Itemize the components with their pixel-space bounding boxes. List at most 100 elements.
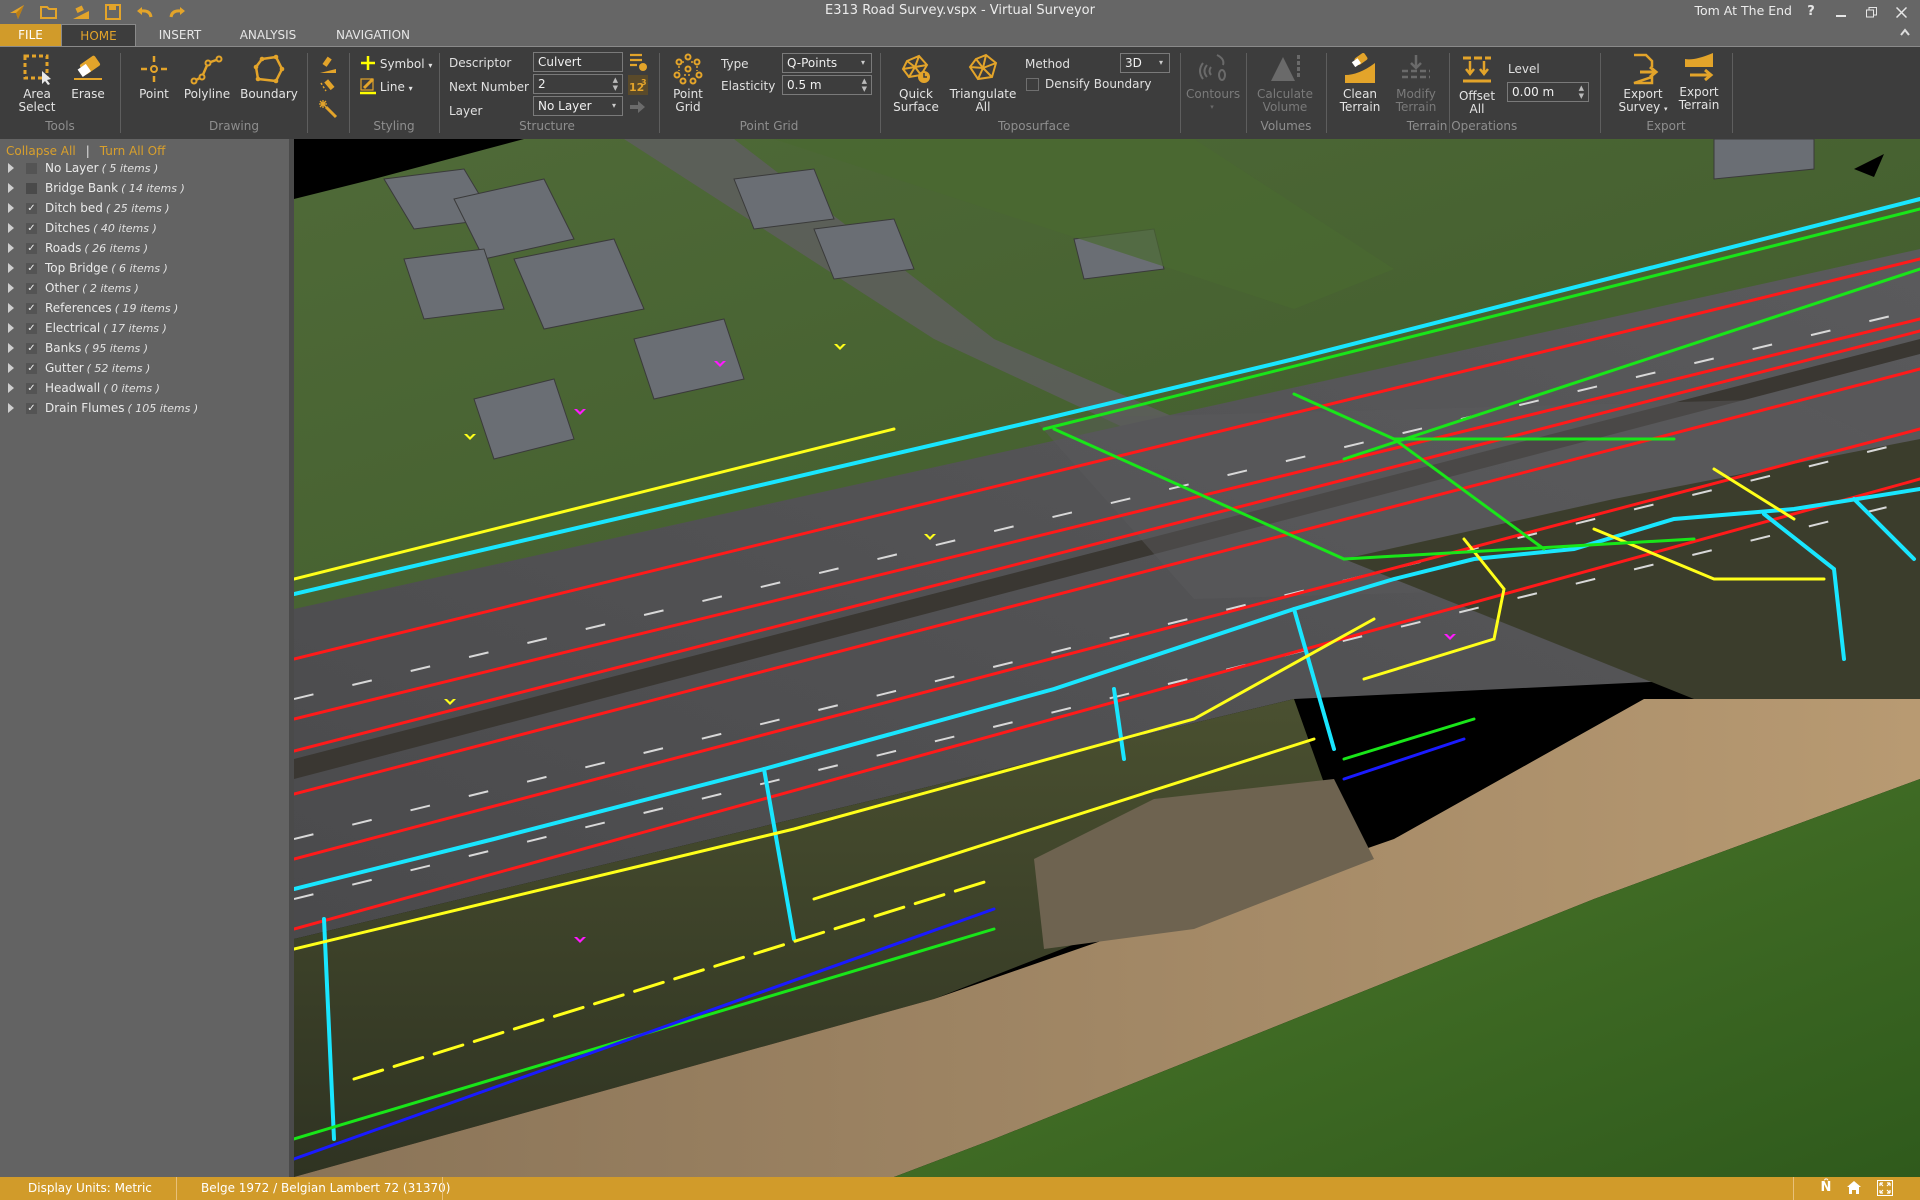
layer-row[interactable]: ✓ Drain Flumes( 105 items ) [0,399,289,419]
group-label-styling: Styling [373,119,415,133]
expand-arrow-icon[interactable] [8,243,14,253]
layer-visibility-checkbox[interactable] [26,183,37,194]
north-up-icon[interactable]: N̂ [1817,1180,1835,1197]
layer-visibility-checkbox[interactable] [26,163,37,174]
densify-boundary-checkbox[interactable] [1026,78,1039,91]
layer-row[interactable]: ✓ Ditch bed( 25 items ) [0,199,289,219]
layer-row[interactable]: ✓ Ditches( 40 items ) [0,219,289,239]
auto-number-toggle[interactable]: 12 3 [628,75,648,95]
group-label-drawing: Drawing [209,119,259,133]
layer-select[interactable]: No Layer ▾ [533,96,623,116]
quick-surface-button[interactable]: Quick Surface [890,53,942,114]
line-style-icon [360,77,376,95]
layer-visibility-checkbox[interactable]: ✓ [26,363,37,374]
display-units[interactable]: Display Units: Metric [28,1181,152,1195]
layer-row[interactable]: Bridge Bank( 14 items ) [0,179,289,199]
expand-arrow-icon[interactable] [8,203,14,213]
contours-icon [1199,54,1226,81]
tab-file[interactable]: FILE [0,24,61,46]
layer-row[interactable]: ✓ References( 19 items ) [0,299,289,319]
area-select-label: Area Select [18,87,56,114]
collapse-ribbon-button[interactable] [1900,28,1910,39]
layer-visibility-checkbox[interactable]: ✓ [26,383,37,394]
layer-visibility-checkbox[interactable]: ✓ [26,263,37,274]
expand-arrow-icon[interactable] [8,383,14,393]
spinner-arrows-icon[interactable]: ▲ ▼ [862,77,867,93]
layer-row[interactable]: ✓ Roads( 26 items ) [0,239,289,259]
clean-terrain-button[interactable]: Clean Terrain [1334,53,1386,114]
magic-style-button[interactable] [318,99,338,119]
layer-visibility-checkbox[interactable]: ✓ [26,243,37,254]
layer-row[interactable]: No Layer( 5 items ) [0,159,289,179]
minimize-button[interactable] [1830,2,1852,22]
layer-visibility-checkbox[interactable]: ✓ [26,283,37,294]
fullscreen-button[interactable] [1876,1180,1894,1197]
offset-all-button[interactable]: Offset All [1454,55,1500,116]
coordinate-system[interactable]: Belge 1972 / Belgian Lambert 72 (31370) [201,1181,450,1195]
tab-analysis[interactable]: ANALYSIS [228,24,308,46]
expand-arrow-icon[interactable] [8,363,14,373]
expand-arrow-icon[interactable] [8,343,14,353]
descriptor-input[interactable]: Culvert [533,52,623,72]
layer-visibility-checkbox[interactable]: ✓ [26,303,37,314]
expand-arrow-icon[interactable] [8,283,14,293]
point-grid-button[interactable]: Point Grid [668,53,708,114]
method-select[interactable]: 3D ▾ [1120,53,1170,73]
layer-row[interactable]: ✓ Electrical( 17 items ) [0,319,289,339]
collapse-all-link[interactable]: Collapse All [6,144,76,158]
help-button[interactable]: ? [1800,2,1822,22]
modify-terrain-button[interactable]: Modify Terrain [1390,53,1442,114]
spinner-arrows-icon[interactable]: ▲ ▼ [613,76,618,92]
layer-row[interactable]: ✓ Gutter( 52 items ) [0,359,289,379]
spinner-arrows-icon[interactable]: ▲ ▼ [1579,84,1584,100]
calculate-volume-button[interactable]: Calculate Volume [1252,53,1318,114]
area-select-button[interactable]: Area Select [14,53,60,114]
expand-arrow-icon[interactable] [8,263,14,273]
export-terrain-button[interactable]: Export Terrain [1672,51,1726,112]
elasticity-stepper[interactable]: 0.5 m ▲ ▼ [782,75,872,95]
close-button[interactable] [1890,2,1912,22]
expand-arrow-icon[interactable] [8,403,14,413]
line-style-dropdown[interactable]: Line ▾ [360,77,413,95]
level-stepper[interactable]: 0.00 m ▲ ▼ [1507,82,1589,102]
paint-style-button[interactable] [318,55,338,75]
match-style-button[interactable] [318,77,338,97]
home-view-button[interactable] [1845,1180,1863,1197]
triangulate-all-button[interactable]: Triangulate All [948,53,1018,114]
descriptor-list-button[interactable] [628,52,648,72]
expand-arrow-icon[interactable] [8,183,14,193]
expand-arrow-icon[interactable] [8,303,14,313]
user-account[interactable]: Tom At The End [1695,3,1793,18]
layer-row[interactable]: ✓ Top Bridge( 6 items ) [0,259,289,279]
layer-visibility-checkbox[interactable]: ✓ [26,223,37,234]
turn-all-off-link[interactable]: Turn All Off [100,144,166,158]
layer-row[interactable]: ✓ Headwall( 0 items ) [0,379,289,399]
layer-name: Electrical( 17 items ) [45,321,167,335]
point-button[interactable]: Point [134,53,174,101]
apply-layer-button[interactable] [628,99,648,119]
layer-visibility-checkbox[interactable]: ✓ [26,203,37,214]
layer-row[interactable]: ✓ Banks( 95 items ) [0,339,289,359]
layer-visibility-checkbox[interactable]: ✓ [26,323,37,334]
tab-insert[interactable]: INSERT [140,24,220,46]
eraser-icon [74,55,102,80]
symbol-dropdown[interactable]: Symbol ▾ [360,55,432,73]
restore-button[interactable] [1860,2,1882,22]
next-number-stepper[interactable]: 2 ▲ ▼ [533,74,623,94]
layer-visibility-checkbox[interactable]: ✓ [26,343,37,354]
3d-viewport[interactable] [294,139,1920,1177]
separator [1732,53,1733,133]
export-survey-button[interactable]: Export Survey ▾ [1616,53,1670,116]
polyline-button[interactable]: Polyline [182,53,232,101]
boundary-button[interactable]: Boundary [240,53,298,101]
expand-arrow-icon[interactable] [8,163,14,173]
layer-visibility-checkbox[interactable]: ✓ [26,403,37,414]
expand-arrow-icon[interactable] [8,223,14,233]
tab-navigation[interactable]: NAVIGATION [323,24,423,46]
expand-arrow-icon[interactable] [8,323,14,333]
tab-home[interactable]: HOME [61,24,136,46]
grid-type-select[interactable]: Q-Points ▾ [782,53,872,73]
layer-row[interactable]: ✓ Other( 2 items ) [0,279,289,299]
erase-button[interactable]: Erase [66,53,110,101]
contours-button[interactable]: Contours ▾ [1186,53,1240,114]
